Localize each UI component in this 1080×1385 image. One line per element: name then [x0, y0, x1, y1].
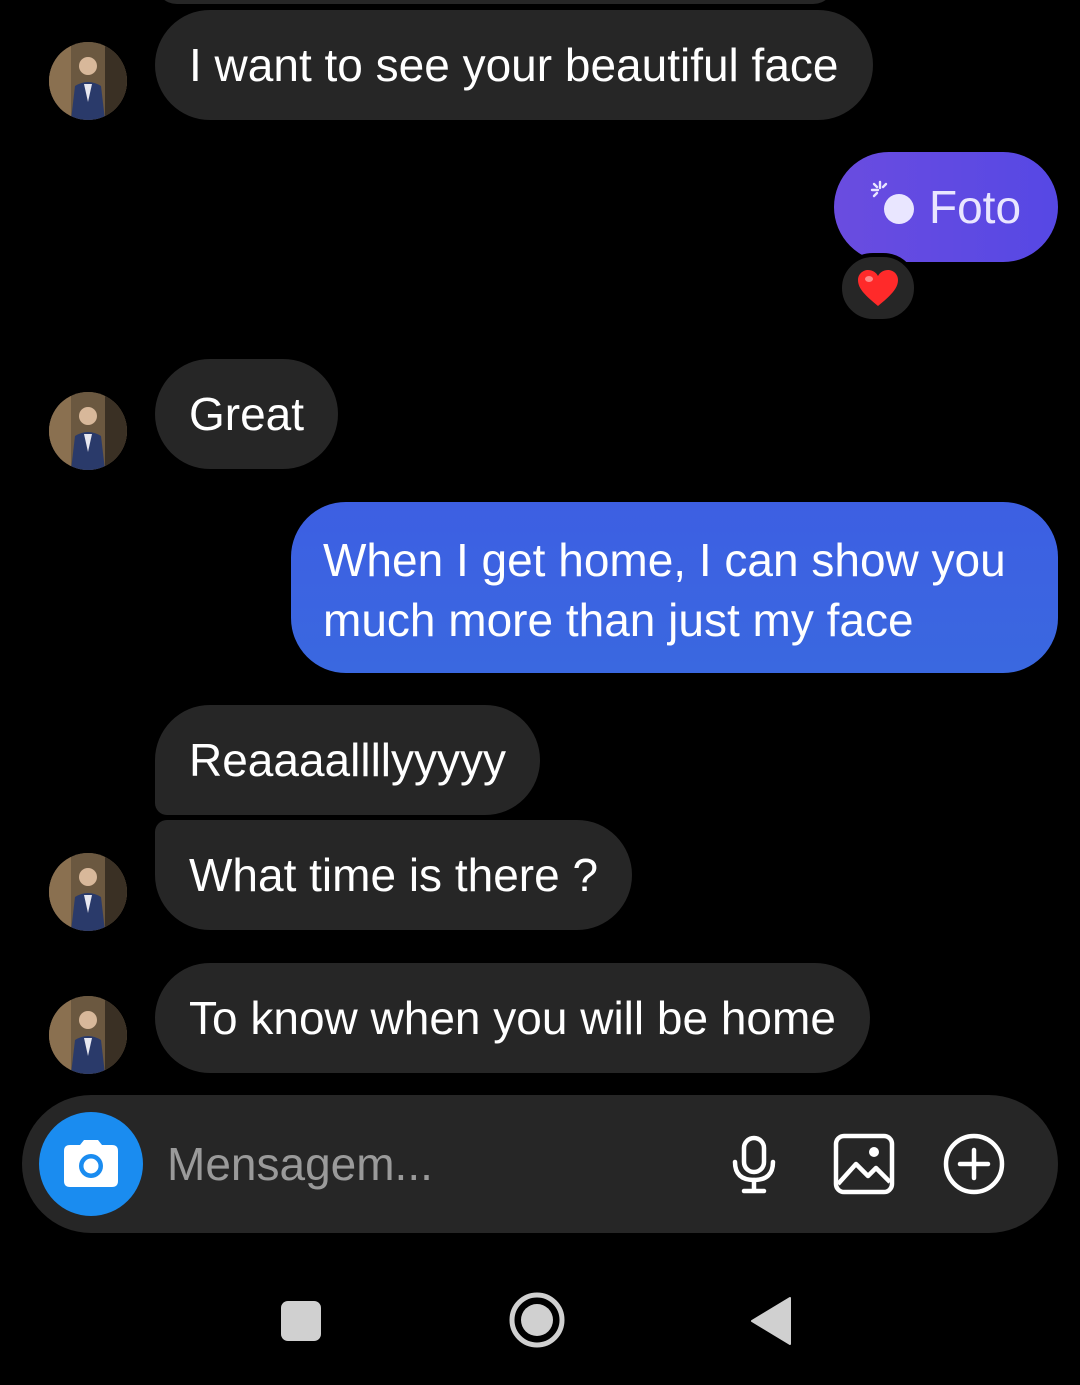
camera-icon	[64, 1140, 118, 1187]
contact-avatar[interactable]	[49, 996, 127, 1074]
message-text: When I get home, I can show you much mor…	[323, 534, 1006, 646]
home-icon[interactable]	[508, 1291, 566, 1349]
message-composer	[22, 1095, 1058, 1233]
contact-avatar[interactable]	[49, 392, 127, 470]
message-text: What time is there ?	[189, 849, 599, 901]
camera-button[interactable]	[39, 1112, 143, 1216]
photo-label: Foto	[929, 181, 1022, 233]
outgoing-message-bubble[interactable]: When I get home, I can show you much mor…	[291, 502, 1058, 673]
conversation-thread: I want to see your beautiful face Foto G…	[0, 0, 1080, 1090]
message-text: Reaaaallllyyyyy	[189, 734, 507, 786]
back-icon[interactable]	[750, 1296, 792, 1346]
incoming-message-bubble[interactable]: To know when you will be home	[155, 963, 870, 1073]
view-once-photo-icon	[870, 180, 914, 224]
previous-message-bubble	[155, 0, 835, 4]
incoming-message-bubble[interactable]: Reaaaallllyyyyy	[155, 705, 541, 815]
incoming-message-bubble[interactable]: What time is there ?	[155, 820, 633, 930]
heart-icon	[858, 270, 898, 306]
contact-avatar[interactable]	[49, 42, 127, 120]
plus-circle-icon[interactable]	[942, 1132, 1006, 1196]
message-reaction[interactable]	[838, 253, 918, 323]
message-text: Great	[189, 388, 305, 440]
message-text: I want to see your beautiful face	[189, 39, 839, 91]
message-text: To know when you will be home	[189, 992, 836, 1044]
system-navigation-bar	[0, 1260, 1080, 1385]
microphone-icon[interactable]	[722, 1132, 786, 1196]
recent-apps-icon[interactable]	[280, 1300, 322, 1342]
incoming-message-bubble[interactable]: I want to see your beautiful face	[155, 10, 873, 120]
contact-avatar[interactable]	[49, 853, 127, 931]
gallery-icon[interactable]	[832, 1132, 896, 1196]
incoming-message-bubble[interactable]: Great	[155, 359, 339, 469]
outgoing-photo-message[interactable]: Foto	[834, 152, 1058, 262]
message-input[interactable]	[167, 1129, 687, 1199]
